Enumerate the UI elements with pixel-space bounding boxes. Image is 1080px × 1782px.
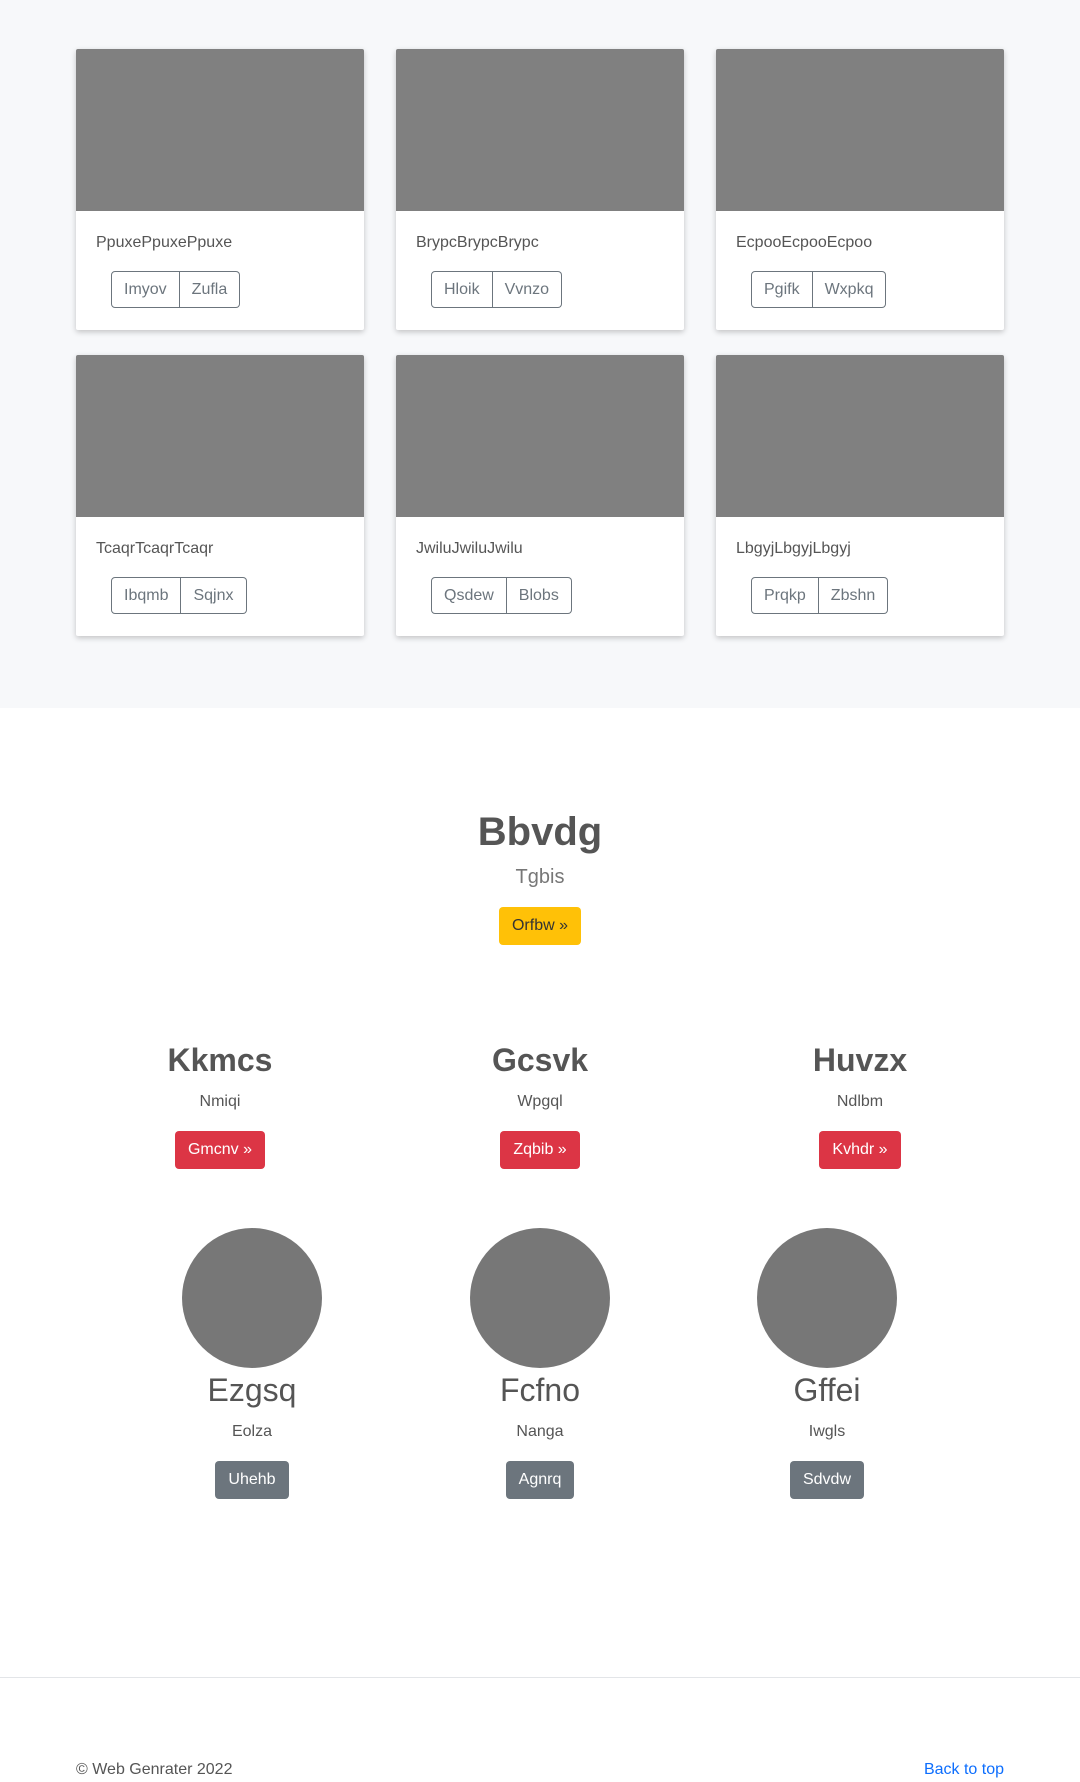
feature-title: Huvzx [812,1042,908,1078]
feature-column: Kkmcs Nmiqi Gmcnv » [100,1040,340,1169]
feature-title: Gcsvk [491,1042,589,1078]
footer-divider [0,1677,1080,1678]
card-text: JwiluJwiluJwilu [416,540,523,557]
feature-title: Kkmcs [167,1042,273,1078]
card-button[interactable]: Sqjnx [181,577,247,614]
card-button-group: Imyov Zufla [111,271,241,308]
hero-button[interactable]: Orfbw » [498,907,581,945]
feature-button[interactable]: Kvhdr » [819,1131,901,1169]
card-text: BrypcBrypcBrypc [416,234,539,251]
member-text: Iwgls [808,1423,846,1440]
member-text: Eolza [231,1423,273,1440]
card-image-placeholder [76,49,364,211]
card-image-placeholder [716,355,1004,517]
card-text: TcaqrTcaqrTcaqr [96,540,214,557]
card-image-placeholder [396,355,684,517]
member-name: Gffei [793,1372,861,1408]
card-button[interactable]: Imyov [111,271,180,308]
hero-title: Bbvdg [477,810,603,854]
member-button[interactable]: Sdvdw [789,1461,865,1499]
feature-text: Nmiqi [199,1093,241,1110]
card-button[interactable]: Zbshn [818,577,889,614]
feature-button[interactable]: Gmcnv » [174,1131,265,1169]
member-text: Nanga [516,1423,564,1440]
card-button[interactable]: Zufla [179,271,241,308]
card: PpuxePpuxePpuxe Imyov Zufla [76,49,364,330]
card-button-group: Hloik Vvnzo [431,271,563,308]
card-button[interactable]: Blobs [506,577,572,614]
card-button[interactable]: Qsdew [431,577,507,614]
member-button[interactable]: Agnrq [505,1461,575,1499]
card-image-placeholder [76,355,364,517]
card-image-placeholder [716,49,1004,211]
card-button-group: Ibqmb Sqjnx [111,577,247,614]
feature-column: Gcsvk Wpgql Zqbib » [420,1040,660,1169]
card-text: PpuxePpuxePpuxe [96,234,233,251]
footer-copyright: © Web Genrater 2022 [76,1761,233,1778]
card-button-group: Qsdew Blobs [431,577,572,614]
feature-text: Ndlbm [836,1093,884,1110]
card-image-placeholder [396,49,684,211]
card: EcpooEcpooEcpoo Pgifk Wxpkq [716,49,1004,330]
hero-section: Bbvdg Tgbis Orfbw » [0,808,1080,945]
card-button[interactable]: Hloik [431,271,493,308]
avatar [470,1228,610,1368]
avatar [182,1228,322,1368]
card-button-group: Prqkp Zbshn [751,577,889,614]
feature-button[interactable]: Zqbib » [500,1131,580,1169]
feature-text: Wpgql [517,1093,563,1110]
card-button[interactable]: Prqkp [751,577,819,614]
member-name: Ezgsq [207,1372,297,1408]
team-member: Gffei Iwgls Sdvdw [707,1228,947,1499]
hero-subtitle: Tgbis [515,866,565,888]
card-button[interactable]: Vvnzo [492,271,563,308]
card-text: LbgyjLbgyjLbgyj [736,540,851,557]
card-grid: PpuxePpuxePpuxe Imyov Zufla BrypcBrypcBr… [76,49,1004,636]
avatar [757,1228,897,1368]
team-member: Fcfno Nanga Agnrq [420,1228,660,1499]
back-to-top-link[interactable]: Back to top [924,1761,1004,1779]
member-name: Fcfno [499,1372,581,1408]
card-button-group: Pgifk Wxpkq [751,271,887,308]
card: TcaqrTcaqrTcaqr Ibqmb Sqjnx [76,355,364,636]
card-text: EcpooEcpooEcpoo [736,234,873,251]
feature-column: Huvzx Ndlbm Kvhdr » [740,1040,980,1169]
card-button[interactable]: Pgifk [751,271,813,308]
card-button[interactable]: Ibqmb [111,577,182,614]
card-button[interactable]: Wxpkq [812,271,887,308]
album-section: PpuxePpuxePpuxe Imyov Zufla BrypcBrypcBr… [0,0,1080,708]
member-button[interactable]: Uhehb [215,1461,289,1499]
card: JwiluJwiluJwilu Qsdew Blobs [396,355,684,636]
card: BrypcBrypcBrypc Hloik Vvnzo [396,49,684,330]
card: LbgyjLbgyjLbgyj Prqkp Zbshn [716,355,1004,636]
team-member: Ezgsq Eolza Uhehb [132,1228,372,1499]
